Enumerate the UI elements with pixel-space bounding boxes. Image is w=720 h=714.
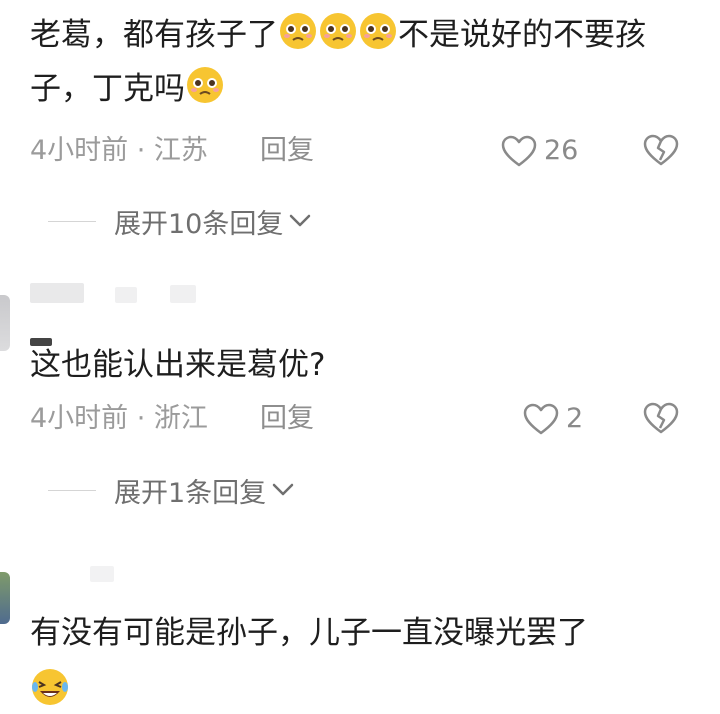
divider-line xyxy=(48,489,96,491)
expand-replies-button[interactable]: 展开1条回复 xyxy=(48,472,294,509)
pleading-face-icon xyxy=(360,13,396,49)
pleading-face-icon xyxy=(187,67,223,103)
like-count: 26 xyxy=(544,135,579,166)
comment-text-part1: 老葛，都有孩子了 xyxy=(30,17,278,53)
pleading-face-icon xyxy=(320,13,356,49)
comment-text: 有没有可能是孙子，儿子一直没曝光罢了 xyxy=(30,606,690,714)
username-redacted xyxy=(115,287,137,303)
avatar[interactable] xyxy=(0,572,10,624)
like-button[interactable]: 26 xyxy=(500,131,578,171)
broken-heart-icon xyxy=(643,402,679,434)
expand-label: 展开1条回复 xyxy=(114,477,267,509)
chevron-down-icon xyxy=(272,483,294,496)
time-location: 4小时前 · 江苏 xyxy=(30,135,208,166)
expand-label: 展开10条回复 xyxy=(114,208,284,240)
reply-button[interactable]: 回复 xyxy=(260,131,314,171)
divider-line xyxy=(48,220,96,222)
broken-heart-icon xyxy=(643,134,679,166)
chevron-down-icon xyxy=(290,214,311,227)
heart-icon xyxy=(523,403,559,435)
reply-button[interactable]: 回复 xyxy=(260,399,314,439)
comment-text: 老葛，都有孩子了 不是说好的不要孩子，丁克吗 xyxy=(30,8,690,116)
expand-replies-button[interactable]: 展开10条回复 xyxy=(48,203,311,240)
heart-icon xyxy=(501,135,537,167)
dislike-button[interactable] xyxy=(642,133,680,179)
laughing-tears-icon xyxy=(32,669,68,705)
like-count: 2 xyxy=(566,403,584,434)
username-redacted xyxy=(90,566,114,582)
pleading-face-icon xyxy=(280,13,316,49)
comment-text: 这也能认出来是葛优? xyxy=(30,347,326,383)
username-redacted xyxy=(170,285,196,303)
comment-text-body: 有没有可能是孙子，儿子一直没曝光罢了 xyxy=(30,615,588,651)
comment-meta: 4小时前 · 浙江 回复 2 xyxy=(30,399,710,439)
like-button[interactable]: 2 xyxy=(522,399,583,439)
time-location: 4小时前 · 浙江 xyxy=(30,403,208,434)
comment-meta: 4小时前 · 江苏 回复 26 xyxy=(30,131,710,171)
dislike-button[interactable] xyxy=(642,401,680,447)
avatar[interactable] xyxy=(0,295,10,351)
username-redacted xyxy=(30,283,84,303)
